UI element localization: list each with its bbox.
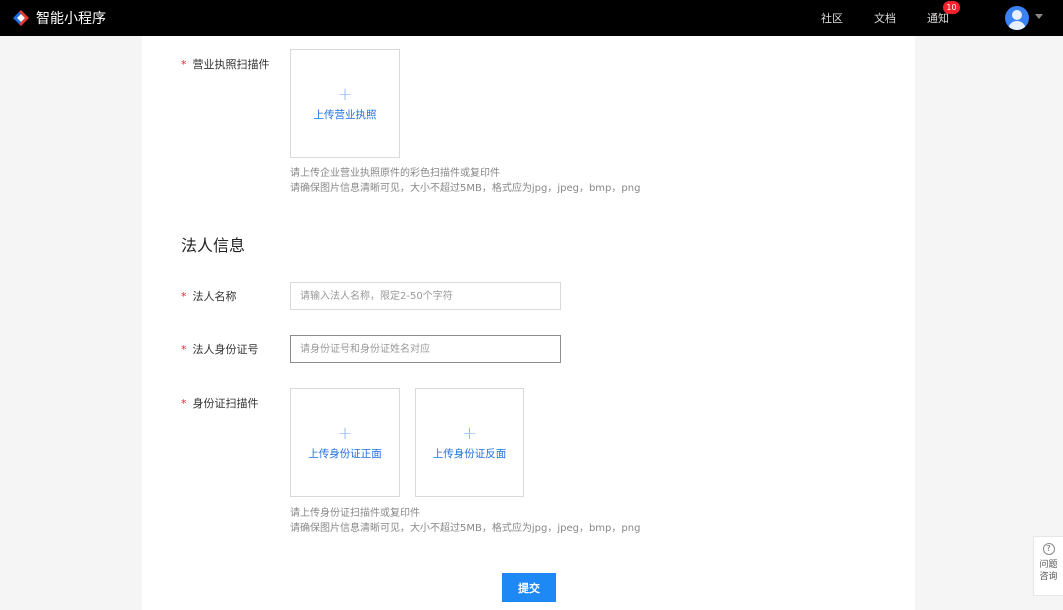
license-hint-line2: 请确保图片信息清晰可见，大小不超过5MB，格式应为jpg，jpeg，bmp，pn…	[290, 183, 641, 194]
required-mark: *	[181, 396, 187, 410]
question-circle-icon: ?	[1042, 543, 1055, 555]
id-scan-hint: 请上传身份证扫描件或复印件 请确保图片信息清晰可见，大小不超过5MB，格式应为j…	[290, 506, 640, 536]
nav-link-community[interactable]: 社区	[821, 0, 843, 36]
notice-count-badge: 10	[943, 1, 960, 14]
id-scan-hint-line2: 请确保图片信息清晰可见，大小不超过5MB，格式应为jpg，jpeg，bmp，pn…	[290, 523, 641, 534]
top-navigation-bar: 智能小程序 社区 文档 通知 10	[0, 0, 1063, 36]
upload-license-label: 上传营业执照	[313, 108, 377, 121]
upload-license-button[interactable]: + 上传营业执照	[290, 49, 400, 158]
upload-id-back-button[interactable]: + 上传身份证反面	[415, 388, 524, 497]
upload-id-front-button[interactable]: + 上传身份证正面	[290, 388, 400, 497]
id-scan-label: * 身份证扫描件	[181, 395, 259, 411]
license-scan-label-text: 营业执照扫描件	[192, 58, 270, 71]
help-consult-label: 问题咨询	[1039, 560, 1058, 582]
nav-link-docs[interactable]: 文档	[874, 0, 896, 36]
legal-id-label: * 法人身份证号	[181, 341, 259, 357]
brand-logo-icon	[13, 10, 29, 26]
license-hint-line1: 请上传企业营业执照原件的彩色扫描件或复印件	[290, 168, 500, 179]
required-mark: *	[181, 342, 187, 356]
required-mark: *	[181, 57, 187, 71]
avatar-body-shape	[1008, 21, 1026, 30]
license-scan-label: * 营业执照扫描件	[181, 56, 270, 72]
license-hint: 请上传企业营业执照原件的彩色扫描件或复印件 请确保图片信息清晰可见，大小不超过5…	[290, 166, 640, 196]
legal-name-label: * 法人名称	[181, 288, 237, 304]
legal-name-input[interactable]	[290, 282, 561, 310]
plus-icon: +	[337, 422, 353, 444]
upload-id-back-label: 上传身份证反面	[432, 447, 507, 460]
user-menu-chevron-down-icon[interactable]	[1035, 14, 1043, 19]
id-scan-label-text: 身份证扫描件	[192, 397, 259, 410]
legal-name-label-text: 法人名称	[192, 290, 237, 303]
id-scan-hint-line1: 请上传身份证扫描件或复印件	[290, 508, 420, 519]
user-avatar[interactable]	[1005, 6, 1029, 30]
plus-icon: +	[461, 422, 478, 444]
legal-person-section-title: 法人信息	[181, 236, 246, 255]
plus-icon: +	[337, 83, 353, 105]
app-logo[interactable]: 智能小程序	[12, 6, 106, 30]
submit-button[interactable]: 提交	[502, 573, 556, 602]
upload-id-front-label: 上传身份证正面	[308, 447, 382, 460]
app-name: 智能小程序	[36, 11, 106, 27]
required-mark: *	[181, 289, 187, 303]
help-consult-widget[interactable]: ? 问题咨询	[1033, 536, 1063, 596]
legal-id-input[interactable]	[290, 335, 561, 363]
avatar-head-shape	[1012, 10, 1022, 20]
legal-id-label-text: 法人身份证号	[192, 343, 259, 356]
